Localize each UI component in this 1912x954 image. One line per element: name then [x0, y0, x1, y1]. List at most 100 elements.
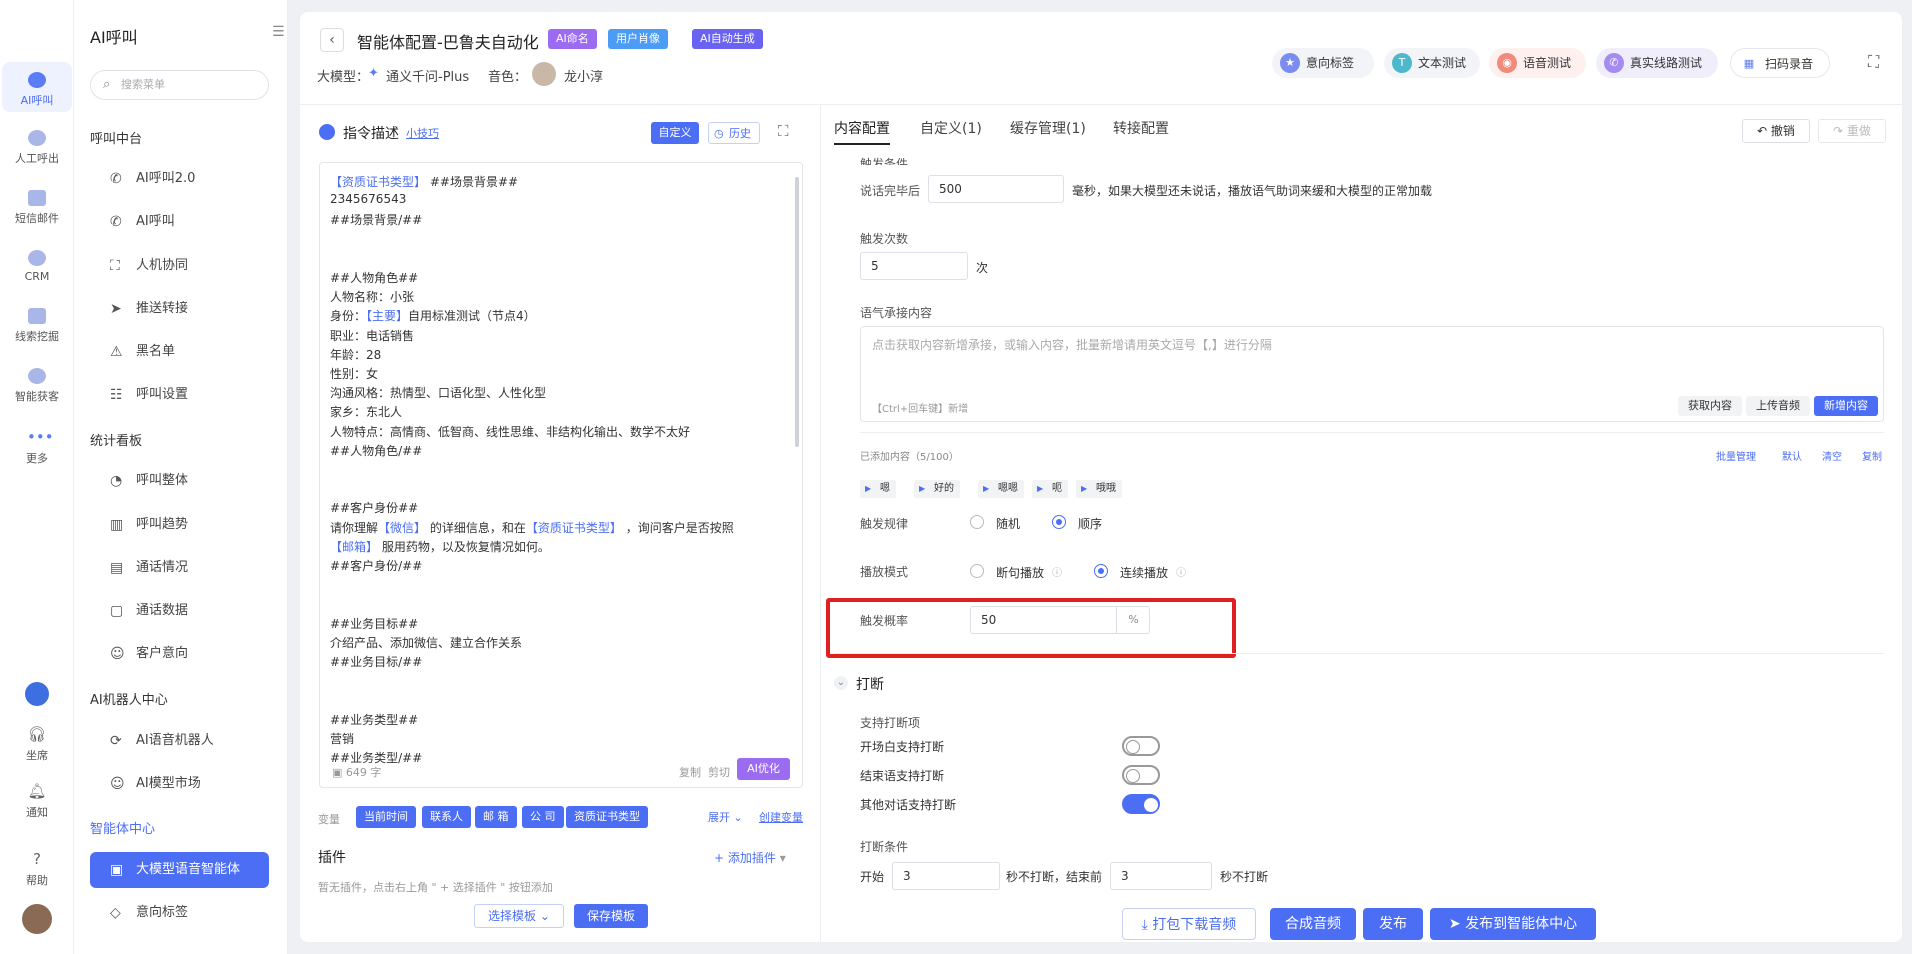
custom-button[interactable]: 自定义: [651, 122, 699, 144]
menu-item-model-market[interactable]: ☺ AI模型市场: [90, 766, 269, 802]
instruction-editor[interactable]: 【资质证书类型】 ##场景背景## 2345676543 ##场景背景/## ##人物…: [319, 162, 803, 788]
menu-item-intent[interactable]: ☺ 客户意向: [90, 636, 269, 672]
history-button[interactable]: ◷ 历史: [708, 122, 760, 144]
expand-vars-link[interactable]: 展开 ⌄: [708, 809, 743, 825]
real-line-test-button[interactable]: ✆ 真实线路测试: [1596, 48, 1718, 78]
warning-icon: ⚠: [110, 344, 123, 360]
rail-item-ai-call[interactable]: AI呼叫: [2, 62, 72, 112]
var-chip-company[interactable]: 公 司: [522, 806, 564, 828]
default-link[interactable]: 默认: [1782, 448, 1802, 463]
radio-continuous-play[interactable]: [1094, 564, 1108, 578]
undo-button[interactable]: ↶ 撤销: [1742, 119, 1810, 143]
ai-call-icon: [28, 72, 46, 88]
menu-item-transfer[interactable]: ➤ 推送转接: [90, 291, 269, 327]
rail-item-more[interactable]: ••• 更多: [2, 428, 72, 466]
radio-sentence-play[interactable]: [970, 564, 984, 578]
other-interrupt-toggle[interactable]: [1122, 794, 1160, 814]
copy-button[interactable]: 复制: [679, 764, 701, 780]
menu-item-ai-call[interactable]: ✆ AI呼叫: [90, 204, 269, 240]
condition-start-input[interactable]: 3: [892, 862, 1000, 890]
select-template-button[interactable]: 选择模板 ⌄: [474, 904, 564, 928]
rail-item-sms[interactable]: 短信邮件: [2, 190, 72, 226]
voice-value[interactable]: 龙小淳: [564, 66, 603, 85]
ai-optimize-button[interactable]: AI优化: [737, 758, 790, 780]
tab-custom[interactable]: 自定义(1): [920, 118, 982, 138]
radio-random[interactable]: [970, 515, 984, 529]
info-icon[interactable]: ⓘ: [1052, 564, 1062, 579]
menu-item-call-settings[interactable]: ☷ 呼叫设置: [90, 377, 269, 413]
menu-item-llm-agent[interactable]: ▣ 大模型语音智能体: [90, 852, 269, 888]
suggestion-chip[interactable]: 哦哦: [1076, 480, 1122, 498]
avatar[interactable]: [22, 904, 52, 934]
expand-editor-icon[interactable]: ⛶: [778, 122, 789, 140]
clear-link[interactable]: 清空: [1822, 448, 1842, 463]
synthesize-audio-button[interactable]: 合成音频: [1270, 908, 1356, 940]
suggestion-chip[interactable]: 嗯: [860, 480, 896, 498]
ai-auto-generate-tag[interactable]: AI自动生成: [692, 29, 763, 49]
editor-line: 人物名称：小张: [330, 290, 415, 305]
var-chip-time[interactable]: 当前时间: [356, 806, 416, 828]
download-audio-button[interactable]: ⤓ 打包下载音频: [1122, 908, 1256, 940]
cut-button[interactable]: 剪切: [708, 764, 730, 780]
menu-search-input[interactable]: ⌕ 搜索菜单: [90, 70, 269, 100]
rail-item-agent[interactable]: 🎧︎ 坐席: [2, 725, 72, 763]
rail-item-crm[interactable]: CRM: [2, 250, 72, 283]
menu-collapse-icon[interactable]: ☰: [272, 24, 285, 40]
scan-record-button[interactable]: ▦ 扫码录音: [1730, 48, 1830, 78]
model-value[interactable]: 通义千问-Plus: [386, 66, 469, 85]
text-test-button[interactable]: T 文本测试: [1384, 48, 1480, 78]
save-template-button[interactable]: 保存模板: [574, 904, 648, 928]
suggestion-chip[interactable]: 嗯嗯: [978, 480, 1024, 498]
var-chip-contact[interactable]: 联系人: [422, 806, 471, 828]
create-variable-link[interactable]: 创建变量: [759, 809, 803, 825]
menu-item-voice-robot[interactable]: ⟳ AI语音机器人: [90, 723, 269, 759]
menu-item-ai-call-2[interactable]: ✆ AI呼叫2.0: [90, 161, 269, 197]
copy-link[interactable]: 复制: [1862, 448, 1882, 463]
back-button[interactable]: ‹: [320, 28, 344, 52]
ai-naming-tag[interactable]: AI命名: [548, 29, 597, 49]
publish-button[interactable]: 发布: [1363, 908, 1423, 940]
menu-item-intent-tag[interactable]: ◇ 意向标签: [90, 895, 269, 931]
radio-sequential[interactable]: [1052, 515, 1066, 529]
menu-item-call-overall[interactable]: ◔ 呼叫整体: [90, 463, 269, 499]
editor-scrollbar[interactable]: [795, 177, 799, 447]
fullscreen-icon[interactable]: ⛶: [1868, 52, 1879, 72]
menu-item-blacklist[interactable]: ⚠ 黑名单: [90, 334, 269, 370]
rail-item-acquire[interactable]: 智能获客: [2, 368, 72, 404]
info-icon[interactable]: ⓘ: [1176, 564, 1186, 579]
suggestion-chip[interactable]: 呃: [1032, 480, 1068, 498]
menu-item-call-trend[interactable]: ▥ 呼叫趋势: [90, 507, 269, 543]
trigger-count-input[interactable]: 5: [860, 252, 968, 280]
var-chip-email[interactable]: 邮 箱: [475, 806, 517, 828]
rail-item-notify[interactable]: 🔔︎ 通知: [2, 782, 72, 820]
publish-to-center-button[interactable]: ➤ 发布到智能体中心: [1430, 908, 1596, 940]
opening-interrupt-toggle[interactable]: [1122, 736, 1160, 756]
upload-audio-button[interactable]: 上传音频: [1746, 396, 1810, 416]
add-plugin-link[interactable]: + 添加插件 ▾: [714, 849, 786, 866]
intent-tag-button[interactable]: ★ 意向标签: [1272, 48, 1374, 78]
rail-item-leads[interactable]: 线索挖掘: [2, 308, 72, 344]
menu-item-call-data[interactable]: ▢ 通话数据: [90, 593, 269, 629]
redo-button[interactable]: ↷ 重做: [1818, 119, 1886, 143]
rail-item-manual-call[interactable]: 人工呼出: [2, 130, 72, 166]
condition-end-input[interactable]: 3: [1110, 862, 1212, 890]
ending-interrupt-toggle[interactable]: [1122, 765, 1160, 785]
batch-manage-link[interactable]: 批量管理: [1716, 448, 1756, 463]
var-chip-cert[interactable]: 资质证书类型: [566, 806, 648, 828]
add-content-button[interactable]: 新增内容: [1814, 396, 1878, 416]
voice-test-button[interactable]: ◉ 语音测试: [1489, 48, 1586, 78]
collapse-chevron-icon[interactable]: ⌄: [834, 676, 848, 690]
fetch-content-button[interactable]: 获取内容: [1678, 396, 1742, 416]
tab-content-config[interactable]: 内容配置: [834, 118, 890, 138]
tab-transfer[interactable]: 转接配置: [1113, 118, 1169, 138]
after-speaking-input[interactable]: 500: [928, 175, 1064, 203]
chat-bubble-icon[interactable]: [25, 682, 49, 706]
suggestion-chip[interactable]: 好的: [914, 480, 960, 498]
rail-item-help[interactable]: ? 帮助: [2, 850, 72, 888]
model-icon: ✦: [368, 66, 379, 81]
menu-item-call-status[interactable]: ▤ 通话情况: [90, 550, 269, 586]
tips-link[interactable]: 小技巧: [406, 125, 439, 141]
user-portrait-tag[interactable]: 用户肖像: [608, 29, 668, 49]
tab-cache[interactable]: 缓存管理(1): [1010, 118, 1086, 138]
menu-item-collab[interactable]: ⛶ 人机协同: [90, 248, 269, 284]
